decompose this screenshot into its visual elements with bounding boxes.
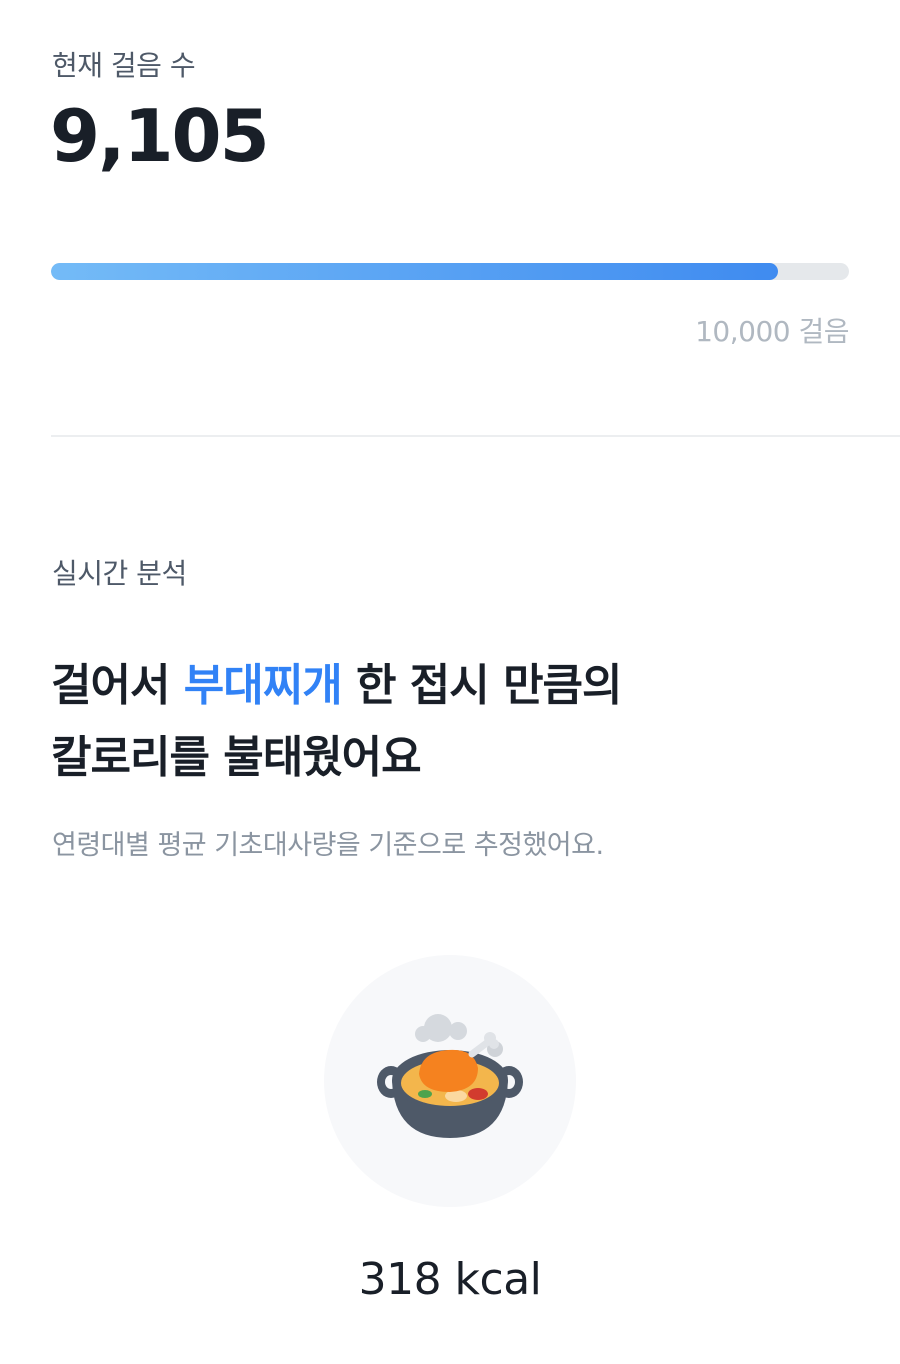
calorie-headline: 걸어서 부대찌개 한 접시 만큼의 칼로리를 불태웠어요 <box>51 650 851 794</box>
steps-progress-fill <box>51 263 778 280</box>
stew-pot-icon <box>377 1014 523 1138</box>
section-divider <box>51 435 900 437</box>
headline-text-start: 걸어서 <box>51 660 184 711</box>
realtime-analysis-label: 실시간 분석 <box>52 557 187 590</box>
headline-text-end: 한 접시 만큼의 <box>341 660 623 711</box>
current-steps-count: 9,105 <box>50 94 270 178</box>
steps-progress-bar <box>51 263 849 280</box>
estimation-description: 연령대별 평균 기초대사량을 기준으로 추정했어요. <box>52 830 604 861</box>
food-illustration <box>324 955 576 1207</box>
steps-goal-label: 10,000 걸음 <box>695 315 849 348</box>
burned-calories-value: 318 kcal <box>358 1254 542 1305</box>
current-steps-label: 현재 걸음 수 <box>52 49 196 82</box>
headline-second-line: 칼로리를 불태웠어요 <box>51 732 422 783</box>
headline-food-name: 부대찌개 <box>183 660 343 711</box>
